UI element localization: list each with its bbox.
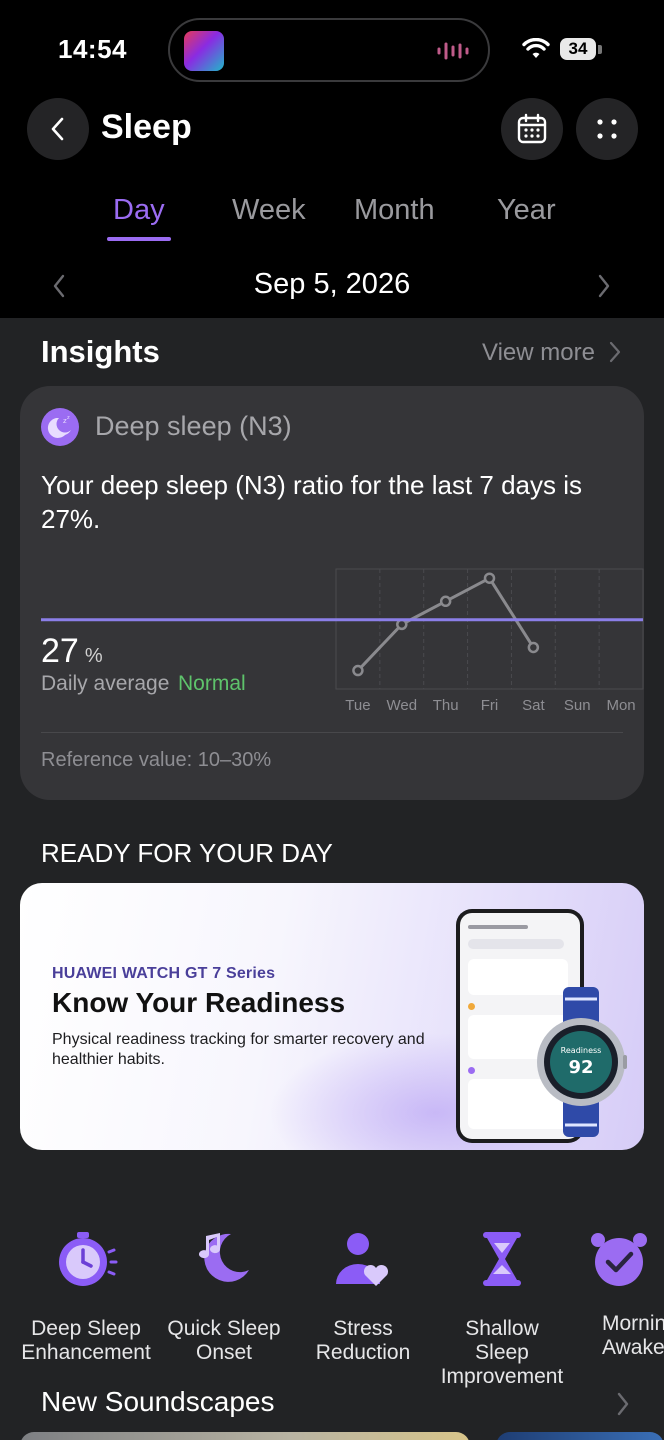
svg-text:Readiness: Readiness [561, 1046, 602, 1055]
shortcut-morning-awakening[interactable]: Mornin Awaken [574, 1226, 664, 1360]
tab-year[interactable]: Year [497, 194, 556, 227]
shortcut-shallow-sleep-improvement[interactable]: Shallow Sleep Improvement [436, 1226, 568, 1389]
person-heart-icon [336, 1233, 389, 1286]
view-more-link[interactable]: View more [482, 339, 622, 367]
ready-heading: READY FOR YOUR DAY [41, 838, 333, 868]
chart-x-tick-label: Thu [433, 697, 459, 714]
shortcut-label: Shallow Sleep Improvement [440, 1317, 564, 1388]
chevron-right-icon [609, 341, 620, 363]
soundscapes-chevron-icon[interactable] [614, 1390, 632, 1418]
average-unit: % [84, 645, 103, 667]
soundscapes-heading: New Soundscapes [41, 1386, 275, 1417]
shortcut-label: Stress Reduction [315, 1317, 411, 1364]
stopwatch-icon [59, 1232, 118, 1286]
more-dots-icon [597, 119, 617, 139]
moon-note-icon [199, 1233, 249, 1282]
banner-title: Know Your Readiness [52, 987, 346, 1018]
shortcut-label: Mornin Awaken [602, 1312, 664, 1359]
average-value: 27 [41, 632, 79, 670]
average-caption: Daily average [41, 672, 170, 695]
chart-point [483, 572, 496, 584]
card-divider [41, 732, 623, 733]
chart-frame [335, 568, 644, 690]
chart-x-tick-label: Mon [606, 697, 635, 714]
svg-text:92: 92 [568, 1057, 593, 1078]
sleep-moon-icon: z z [41, 408, 79, 446]
chart-x-tick-label: Wed [386, 697, 417, 714]
period-tabs: Day Week Month Year [0, 188, 664, 248]
chart-x-tick-label: Fri [481, 697, 499, 714]
view-more-label: View more [482, 339, 595, 366]
back-button[interactable] [27, 98, 89, 160]
page-title: Sleep [101, 108, 192, 146]
chart-point [439, 595, 452, 608]
chart-point [527, 641, 540, 654]
wifi-icon [522, 38, 550, 58]
chevron-left-icon [51, 117, 64, 141]
more-options-button[interactable] [576, 98, 638, 160]
shortcut-label: Deep Sleep Enhancement [21, 1317, 151, 1364]
alarm-check-icon [591, 1233, 647, 1286]
banner-brand: HUAWEI WATCH GT 7 Series [52, 965, 276, 982]
soundscape-thumbnail[interactable] [20, 1432, 470, 1440]
chart-point [352, 664, 364, 677]
shortcut-quick-sleep-onset[interactable]: Quick Sleep Onset [158, 1226, 290, 1365]
tab-month[interactable]: Month [354, 194, 435, 227]
shortcut-label: Quick Sleep Onset [167, 1317, 281, 1364]
current-date: Sep 5, 2026 [253, 268, 411, 300]
battery-tip [598, 45, 602, 54]
smartwatch-illustration: Readiness 92 [537, 987, 627, 1137]
audio-wave-icon [437, 42, 469, 60]
status-time: 14:54 [58, 34, 127, 64]
chart-x-tick-label: Sat [522, 697, 545, 714]
album-art-icon [184, 31, 224, 71]
shortcut-stress-reduction[interactable]: Stress Reduction [297, 1226, 429, 1365]
dynamic-island[interactable] [168, 18, 490, 82]
shortcut-deep-sleep-enhancement[interactable]: Deep Sleep Enhancement [20, 1226, 152, 1365]
insight-text: Your deep sleep (N3) ratio for the last … [41, 470, 582, 534]
calendar-button[interactable] [501, 98, 563, 160]
active-tab-indicator [107, 237, 171, 241]
readiness-promo-banner[interactable]: HUAWEI WATCH GT 7 Series Know Your Readi… [20, 883, 644, 1150]
svg-text:z: z [67, 415, 70, 421]
tab-day[interactable]: Day [113, 194, 165, 227]
date-navigator: Sep 5, 2026 [0, 262, 664, 310]
top-header: 14:54 34 Sleep Day Week Month Year Sep 5… [0, 0, 664, 318]
insights-heading: Insights [41, 334, 160, 369]
chart-x-tick-label: Tue [345, 697, 370, 714]
average-value-block: 27% [41, 632, 103, 671]
reference-value: Reference value: 10–30% [41, 749, 272, 771]
tab-week[interactable]: Week [232, 194, 306, 227]
insight-heading: Deep sleep (N3) [95, 411, 292, 441]
hourglass-icon [483, 1232, 521, 1286]
status-normal: Normal [178, 672, 246, 695]
chart-series-line [356, 576, 535, 672]
calendar-icon [517, 113, 547, 144]
battery-indicator: 34 [560, 38, 596, 60]
next-date-icon[interactable] [595, 273, 613, 299]
soundscape-thumbnail[interactable] [496, 1432, 664, 1440]
deep-sleep-insight-card[interactable]: z z Deep sleep (N3) Your deep sleep (N3)… [20, 386, 644, 800]
chart-x-tick-label: Sun [564, 697, 591, 714]
banner-subtitle: Physical readiness tracking for smarter … [52, 1031, 425, 1068]
